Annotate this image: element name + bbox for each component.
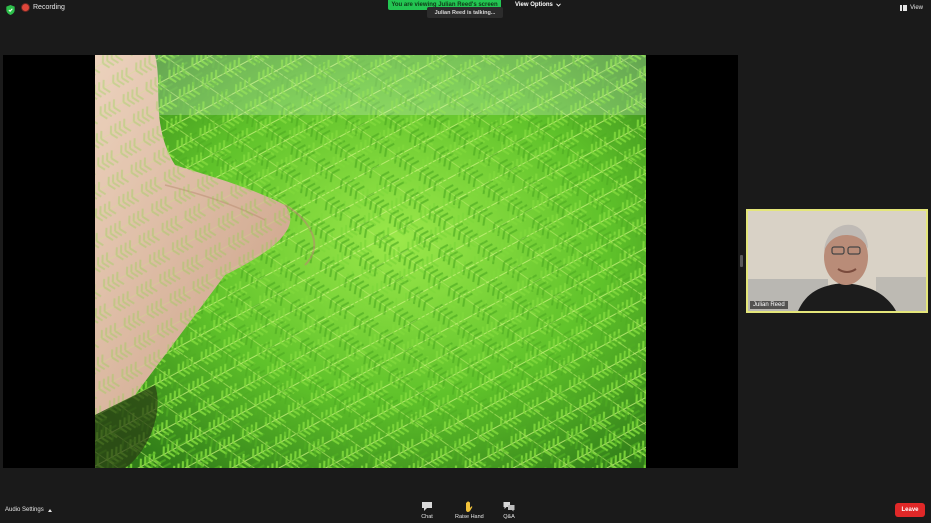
audio-settings-button[interactable]: Audio Settings xyxy=(5,507,52,513)
chat-icon xyxy=(422,502,432,511)
record-icon xyxy=(22,4,29,11)
chevron-down-icon xyxy=(556,3,561,7)
panel-resize-handle[interactable] xyxy=(740,255,743,267)
leave-button[interactable]: Leave xyxy=(895,503,925,517)
raise-hand-icon xyxy=(466,501,473,512)
bottom-toolbar: Audio Settings Chat Raise Hand Q&A Leave xyxy=(0,495,931,523)
shared-fern-image xyxy=(95,55,646,468)
audio-settings-label: Audio Settings xyxy=(5,507,44,513)
raise-hand-label: Raise Hand xyxy=(455,514,484,520)
shield-icon[interactable] xyxy=(6,5,15,15)
view-options-label: View Options xyxy=(515,2,553,8)
participant-video-thumbnail[interactable]: Julian Reed xyxy=(746,209,928,313)
chat-label: Chat xyxy=(421,514,433,520)
shared-screen xyxy=(3,55,738,468)
qa-label: Q&A xyxy=(503,514,515,520)
recording-label: Recording xyxy=(33,4,65,11)
qa-button[interactable]: Q&A xyxy=(503,501,515,520)
grid-view-icon xyxy=(900,5,908,11)
participant-name-label: Julian Reed xyxy=(750,301,788,309)
chevron-up-icon xyxy=(47,508,52,512)
participant-video-frame xyxy=(748,211,926,311)
raise-hand-button[interactable]: Raise Hand xyxy=(455,501,484,520)
view-label: View xyxy=(910,5,923,11)
top-bar: Recording You are viewing Julian Reed's … xyxy=(0,0,931,20)
view-button[interactable]: View xyxy=(900,5,923,11)
chat-button[interactable]: Chat xyxy=(421,501,433,520)
talking-indicator: Julian Reed is talking... xyxy=(427,7,503,18)
recording-indicator[interactable]: Recording xyxy=(22,4,65,11)
qa-icon xyxy=(503,502,515,512)
view-options-button[interactable]: View Options xyxy=(510,0,566,10)
